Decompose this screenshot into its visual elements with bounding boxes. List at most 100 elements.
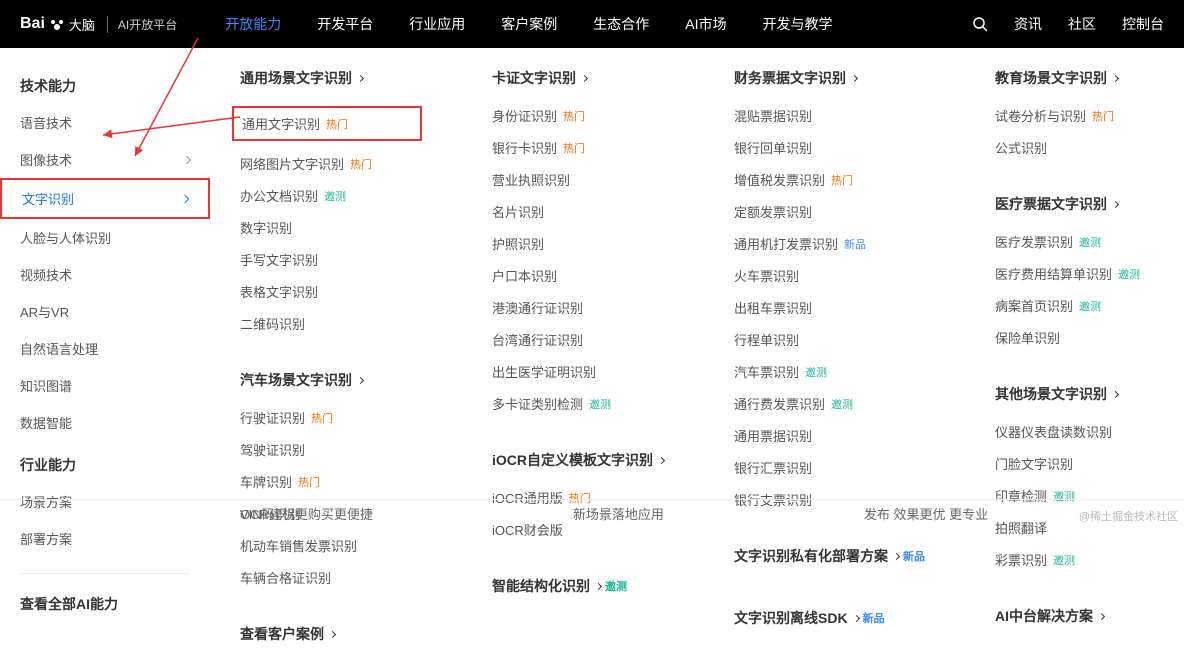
chevron-right-icon: [1098, 612, 1105, 619]
sidebar-item-face[interactable]: 人脸与人体识别: [0, 219, 210, 256]
sidebar-item-video[interactable]: 视频技术: [0, 256, 210, 293]
menu-item[interactable]: 车辆合格证识别: [240, 568, 422, 587]
badge: 新品: [903, 548, 925, 564]
menu-item[interactable]: 医疗发票识别邀测: [995, 232, 1140, 251]
category-heading[interactable]: 汽车场景文字识别: [240, 370, 422, 390]
menu-item[interactable]: 行驶证识别热门: [240, 408, 422, 427]
search-icon[interactable]: [972, 16, 988, 32]
menu-item[interactable]: 定额发票识别: [734, 202, 925, 221]
category-heading[interactable]: iOCR自定义模板文字识别: [492, 450, 664, 470]
menu-item[interactable]: 增值税发票识别热门: [734, 170, 925, 189]
nav-eco[interactable]: 生态合作: [575, 0, 667, 48]
menu-item[interactable]: 港澳通行证识别: [492, 298, 664, 317]
chevron-right-icon: [853, 614, 860, 621]
menu-item[interactable]: 身份证识别热门: [492, 106, 664, 125]
badge: 邀测: [1053, 552, 1075, 568]
nav-industry[interactable]: 行业应用: [391, 0, 483, 48]
menu-item[interactable]: 驾驶证识别: [240, 440, 422, 459]
menu-item[interactable]: 出租车票识别: [734, 298, 925, 317]
link-news[interactable]: 资讯: [1014, 14, 1042, 34]
menu-item[interactable]: 台湾通行证识别: [492, 330, 664, 349]
chevron-right-icon: [581, 74, 588, 81]
menu-item[interactable]: 数字识别: [240, 218, 422, 237]
menu-item[interactable]: 机动车销售发票识别: [240, 536, 422, 555]
category-heading[interactable]: 教育场景文字识别: [995, 68, 1140, 88]
menu-item[interactable]: 彩票识别邀测: [995, 550, 1140, 569]
chevron-right-icon: [1112, 74, 1119, 81]
category-heading[interactable]: 智能结构化识别邀测: [492, 576, 664, 596]
chevron-right-icon: [1112, 200, 1119, 207]
category-heading[interactable]: 文字识别离线SDK新品: [734, 608, 925, 628]
sidebar-item-ocr[interactable]: 文字识别: [0, 178, 210, 219]
menu-item[interactable]: 车牌识别热门: [240, 472, 422, 491]
chevron-right-icon: [1112, 390, 1119, 397]
menu-item[interactable]: 护照识别: [492, 234, 664, 253]
sidebar-item-data[interactable]: 数据智能: [0, 404, 210, 441]
menu-item[interactable]: 通用文字识别热门: [232, 106, 422, 141]
column-1: 通用场景文字识别通用文字识别热门网络图片文字识别热门办公文档识别邀测数字识别手写…: [240, 68, 422, 662]
category-heading[interactable]: 财务票据文字识别: [734, 68, 925, 88]
menu-item[interactable]: 门脸文字识别: [995, 454, 1140, 473]
category-heading[interactable]: 医疗票据文字识别: [995, 194, 1140, 214]
nav-dev-platform[interactable]: 开发平台: [299, 0, 391, 48]
menu-item[interactable]: 表格文字识别: [240, 282, 422, 301]
menu-item[interactable]: 出生医学证明识别: [492, 362, 664, 381]
category-heading[interactable]: 通用场景文字识别: [240, 68, 422, 88]
category-heading[interactable]: 其他场景文字识别: [995, 384, 1140, 404]
menu-item[interactable]: 行程单识别: [734, 330, 925, 349]
badge: 邀测: [1118, 266, 1140, 282]
menu-item[interactable]: 公式识别: [995, 138, 1140, 157]
menu-item[interactable]: 通用机打发票识别新品: [734, 234, 925, 253]
menu-item[interactable]: 仪器仪表盘读数识别: [995, 422, 1140, 441]
chevron-right-icon: [183, 155, 191, 163]
sidebar-item-nlp[interactable]: 自然语言处理: [0, 330, 210, 367]
link-community[interactable]: 社区: [1068, 14, 1096, 34]
menu-item[interactable]: 名片识别: [492, 202, 664, 221]
category-heading[interactable]: AI中台解决方案: [995, 606, 1140, 626]
menu-item[interactable]: 银行回单识别: [734, 138, 925, 157]
menu-item[interactable]: 银行汇票识别: [734, 458, 925, 477]
menu-item[interactable]: 试卷分析与识别热门: [995, 106, 1140, 125]
menu-item[interactable]: 病案首页识别邀测: [995, 296, 1140, 315]
chevron-right-icon: [595, 582, 602, 589]
sidebar-item-kg[interactable]: 知识图谱: [0, 367, 210, 404]
menu-item[interactable]: 银行卡识别热门: [492, 138, 664, 157]
nav-teach[interactable]: 开发与教学: [745, 0, 851, 48]
logo-brain: 大脑: [69, 15, 95, 34]
nav-cases[interactable]: 客户案例: [483, 0, 575, 48]
menu-item[interactable]: 网络图片文字识别热门: [240, 154, 422, 173]
sidebar-item-arvr[interactable]: AR与VR: [0, 293, 210, 330]
menu-item[interactable]: 办公文档识别邀测: [240, 186, 422, 205]
foot-3: 发布 效果更优 更专业: [864, 504, 988, 523]
category-heading[interactable]: 查看客户案例: [240, 624, 422, 644]
top-nav: 开放能力 开发平台 行业应用 客户案例 生态合作 AI市场 开发与教学: [207, 0, 850, 48]
category-heading[interactable]: 卡证文字识别: [492, 68, 664, 88]
menu-item[interactable]: 汽车票识别邀测: [734, 362, 925, 381]
topbar-right: 资讯 社区 控制台: [972, 14, 1164, 34]
sidebar-item-image[interactable]: 图像技术: [0, 141, 210, 178]
sidebar-heading-tech: 技术能力: [0, 68, 210, 104]
sidebar-all-ai[interactable]: 查看全部AI能力: [0, 586, 210, 622]
nav-open-capability[interactable]: 开放能力: [207, 0, 299, 48]
column-3: 财务票据文字识别混贴票据识别银行回单识别增值税发票识别热门定额发票识别通用机打发…: [734, 68, 925, 662]
badge: 热门: [563, 108, 585, 124]
menu-item[interactable]: 手写文字识别: [240, 250, 422, 269]
link-console[interactable]: 控制台: [1122, 14, 1164, 34]
menu-item[interactable]: 保险单识别: [995, 328, 1140, 347]
nav-market[interactable]: AI市场: [667, 0, 744, 48]
badge: 热门: [350, 156, 372, 172]
menu-item[interactable]: 营业执照识别: [492, 170, 664, 189]
logo[interactable]: Bai 大脑 AI开放平台: [20, 15, 177, 34]
category-heading[interactable]: 文字识别私有化部署方案新品: [734, 546, 925, 566]
menu-item[interactable]: 混贴票据识别: [734, 106, 925, 125]
column-4: 教育场景文字识别试卷分析与识别热门公式识别医疗票据文字识别医疗发票识别邀测医疗费…: [995, 68, 1140, 662]
menu-item[interactable]: 户口本识别: [492, 266, 664, 285]
badge: 邀测: [831, 396, 853, 412]
menu-item[interactable]: 二维码识别: [240, 314, 422, 333]
sidebar-item-speech[interactable]: 语音技术: [0, 104, 210, 141]
menu-item[interactable]: 通行费发票识别邀测: [734, 394, 925, 413]
menu-item[interactable]: 通用票据识别: [734, 426, 925, 445]
menu-item[interactable]: 火车票识别: [734, 266, 925, 285]
menu-item[interactable]: 多卡证类别检测邀测: [492, 394, 664, 413]
menu-item[interactable]: 医疗费用结算单识别邀测: [995, 264, 1140, 283]
